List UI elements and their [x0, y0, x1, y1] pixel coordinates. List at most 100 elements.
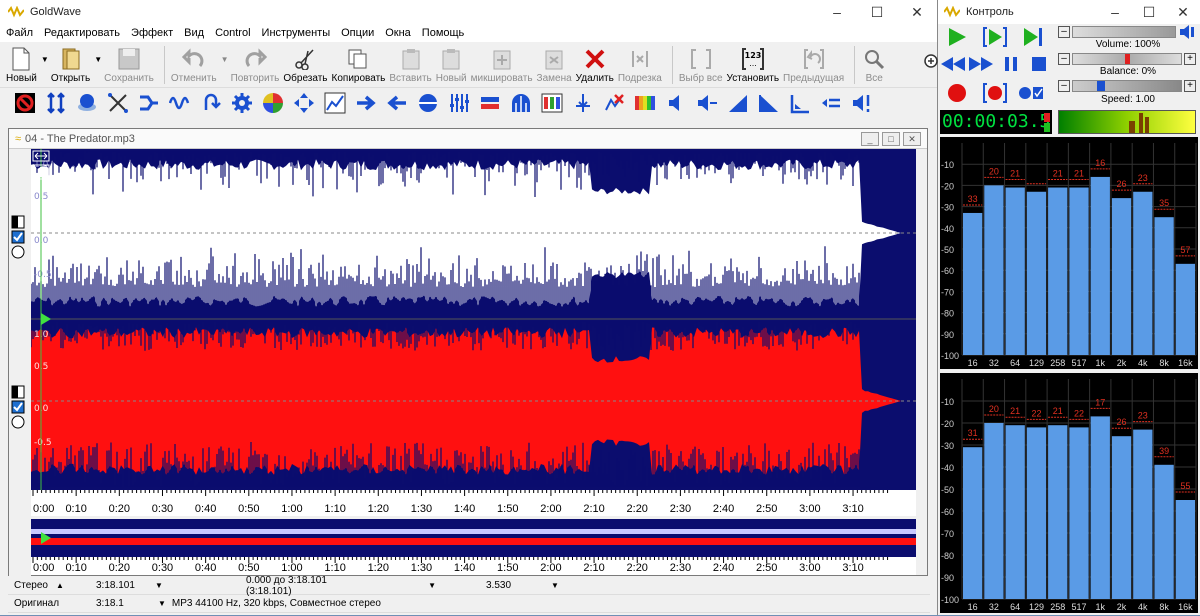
fast-forward-button[interactable] — [968, 53, 994, 75]
speed-plus-button[interactable]: + — [1184, 80, 1196, 92]
waveform-view[interactable]: 1.0 0.5 0.0 -0.5 1.0 0.5 0.0 -0.5 — [30, 149, 916, 490]
menu-control[interactable]: Control — [215, 27, 250, 39]
doc-close-button[interactable]: ✕ — [903, 131, 921, 146]
play-selection-button[interactable] — [982, 26, 1008, 48]
monitor-button[interactable] — [1018, 82, 1044, 104]
stretch-effect-button[interactable] — [291, 91, 317, 115]
balance-button[interactable] — [818, 91, 844, 115]
shape-volume-button[interactable] — [787, 91, 813, 115]
wave-effect-button[interactable] — [167, 91, 193, 115]
previous-button[interactable]: Предыдущая — [783, 46, 844, 84]
menu-options[interactable]: Опции — [341, 27, 374, 39]
play-button[interactable] — [944, 26, 970, 48]
channel-mode[interactable]: Стерео — [14, 580, 48, 591]
menu-help[interactable]: Помощь — [422, 27, 465, 39]
dome-effect-button[interactable] — [508, 91, 534, 115]
chevron-down-icon[interactable]: ▼ — [428, 581, 436, 590]
pause-button[interactable] — [998, 53, 1024, 75]
maximize-button[interactable]: ☐ — [857, 0, 897, 24]
noise-effect-button[interactable] — [601, 91, 627, 115]
speed-minus-button[interactable]: – — [1058, 80, 1070, 92]
pitch-effect-button[interactable] — [570, 91, 596, 115]
doc-restore-button[interactable]: □ — [882, 131, 900, 146]
menu-windows[interactable]: Окна — [385, 27, 411, 39]
speaker-exclaim-button[interactable] — [849, 91, 875, 115]
equalizer-effect-button[interactable] — [446, 91, 472, 115]
chevron-down-icon[interactable]: ▼ — [155, 581, 163, 590]
minimize-button[interactable]: – — [817, 0, 857, 24]
save-button[interactable]: Сохранить — [104, 46, 154, 84]
amplitude-effect-button[interactable] — [43, 91, 69, 115]
chevron-up-icon[interactable]: ▲ — [56, 581, 64, 590]
rewind-button[interactable] — [940, 53, 966, 75]
trim-button[interactable]: Подрезка — [618, 46, 662, 84]
menu-tools[interactable]: Инструменты — [262, 27, 331, 39]
chevron-down-icon[interactable]: ▼ — [158, 599, 166, 608]
menu-view[interactable]: Вид — [184, 27, 204, 39]
control-maximize-button[interactable]: ☐ — [1132, 0, 1166, 24]
doc-minimize-button[interactable]: _ — [861, 131, 879, 146]
shape-volume-icon — [790, 95, 809, 114]
time-ruler[interactable]: 0:00 0:10 0:20 0:30 0:40 0:50 1:00 1:10 1:20 1:30… — [31, 490, 916, 516]
fade-out-button[interactable] — [756, 91, 782, 115]
volume-slider[interactable] — [1072, 26, 1176, 38]
copy-button[interactable]: Копировать — [332, 46, 385, 84]
control-minimize-button[interactable]: – — [1098, 0, 1132, 24]
delete-x-icon — [585, 49, 605, 69]
overview-time-ruler[interactable]: 0:00 0:10 0:20 0:30 0:40 0:50 1:00 1:10 1:20 1:30… — [31, 557, 916, 575]
volume-minus-button[interactable]: – — [1058, 26, 1070, 38]
zoom-in-button[interactable] — [924, 48, 938, 74]
sphere-effect-button[interactable] — [74, 91, 100, 115]
control-close-button[interactable]: ✕ — [1166, 0, 1200, 24]
new-dropdown-button[interactable]: ▼ — [41, 46, 49, 72]
play-to-end-button[interactable] — [1020, 26, 1046, 48]
balance-slider[interactable] — [1072, 53, 1182, 65]
mix-cross-effect-button[interactable] — [105, 91, 131, 115]
stop-effect-button[interactable] — [12, 91, 38, 115]
volume-level-button[interactable] — [694, 91, 720, 115]
balance-minus-button[interactable]: – — [1058, 53, 1070, 65]
close-button[interactable]: ✕ — [897, 0, 937, 24]
forward-effect-button[interactable] — [353, 91, 379, 115]
overview-waveform[interactable] — [31, 519, 916, 557]
zoom-all-button[interactable]: Все — [861, 46, 887, 84]
record-button[interactable] — [944, 82, 970, 104]
reverse-effect-button[interactable] — [384, 91, 410, 115]
chevron-down-icon[interactable]: ▼ — [551, 581, 559, 590]
rainbow-effect-button[interactable] — [632, 91, 658, 115]
set-button[interactable]: 123... Установить — [727, 46, 779, 84]
record-selection-button[interactable] — [982, 82, 1008, 104]
stop-button[interactable] — [1026, 53, 1052, 75]
merge-effect-button[interactable] — [136, 91, 162, 115]
select-all-button[interactable]: Выбр все — [679, 46, 723, 84]
fade-in-button[interactable] — [725, 91, 751, 115]
gear-effect-button[interactable] — [229, 91, 255, 115]
speed-thumb[interactable] — [1097, 81, 1105, 91]
loop-effect-button[interactable] — [198, 91, 224, 115]
volume-effect-button[interactable] — [663, 91, 689, 115]
volume-speaker-icon[interactable] — [1178, 24, 1196, 40]
open-dropdown-button[interactable]: ▼ — [94, 46, 102, 72]
spectrum-effect-button[interactable] — [539, 91, 565, 115]
color-swirl-effect-button[interactable] — [260, 91, 286, 115]
cut-button[interactable]: Обрезать — [283, 46, 328, 84]
open-button[interactable]: Открыть — [51, 46, 90, 84]
replace-button[interactable]: Замена — [537, 46, 572, 84]
new-button[interactable]: Новый — [6, 46, 37, 84]
paste-new-button[interactable]: Новый — [436, 46, 467, 84]
center-effect-button[interactable] — [415, 91, 441, 115]
menu-file[interactable]: Файл — [6, 27, 33, 39]
redo-button[interactable]: Повторить — [231, 46, 279, 84]
undo-dropdown-button[interactable]: ▼ — [221, 46, 229, 72]
delete-button[interactable]: Удалить — [576, 46, 614, 84]
mix-button[interactable]: микшировать — [471, 46, 533, 84]
filter-effect-button[interactable] — [477, 91, 503, 115]
undo-button[interactable]: Отменить — [171, 46, 217, 84]
graph-effect-button[interactable] — [322, 91, 348, 115]
menu-edit[interactable]: Редактировать — [44, 27, 120, 39]
paste-button[interactable]: Вставить — [389, 46, 432, 84]
balance-thumb[interactable] — [1125, 54, 1130, 64]
speed-slider[interactable] — [1072, 80, 1182, 92]
balance-plus-button[interactable]: + — [1184, 53, 1196, 65]
menu-effect[interactable]: Эффект — [131, 27, 173, 39]
